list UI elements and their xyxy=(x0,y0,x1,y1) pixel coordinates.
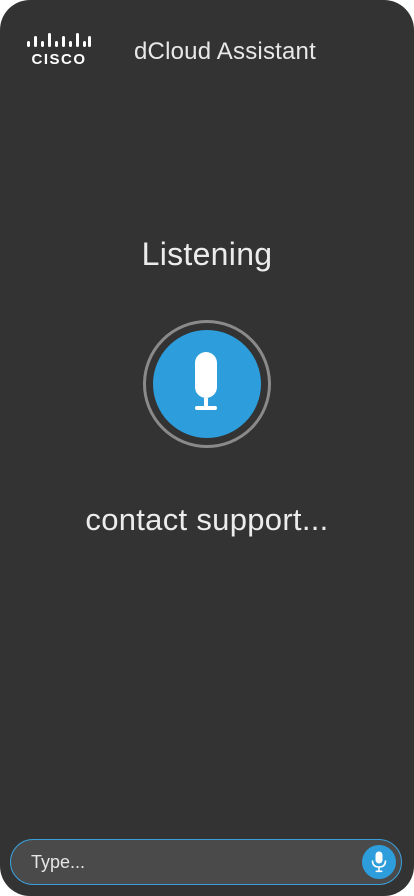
header: CISCO dCloud Assistant xyxy=(0,0,414,100)
cisco-logo: CISCO xyxy=(26,32,92,72)
voice-mic-button[interactable] xyxy=(153,330,261,438)
cisco-bridge-icon xyxy=(27,33,91,47)
app-title: dCloud Assistant xyxy=(134,38,316,65)
speech-transcript: contact support... xyxy=(85,502,329,537)
microphone-icon xyxy=(195,352,217,410)
listening-status: Listening xyxy=(141,236,273,272)
logo-wordmark: CISCO xyxy=(31,51,87,68)
input-mic-button[interactable] xyxy=(362,845,396,879)
assistant-window: CISCO dCloud Assistant Listening contact… xyxy=(0,0,414,896)
message-input-bar xyxy=(10,839,402,885)
microphone-icon xyxy=(371,851,387,873)
message-input[interactable] xyxy=(31,840,351,884)
